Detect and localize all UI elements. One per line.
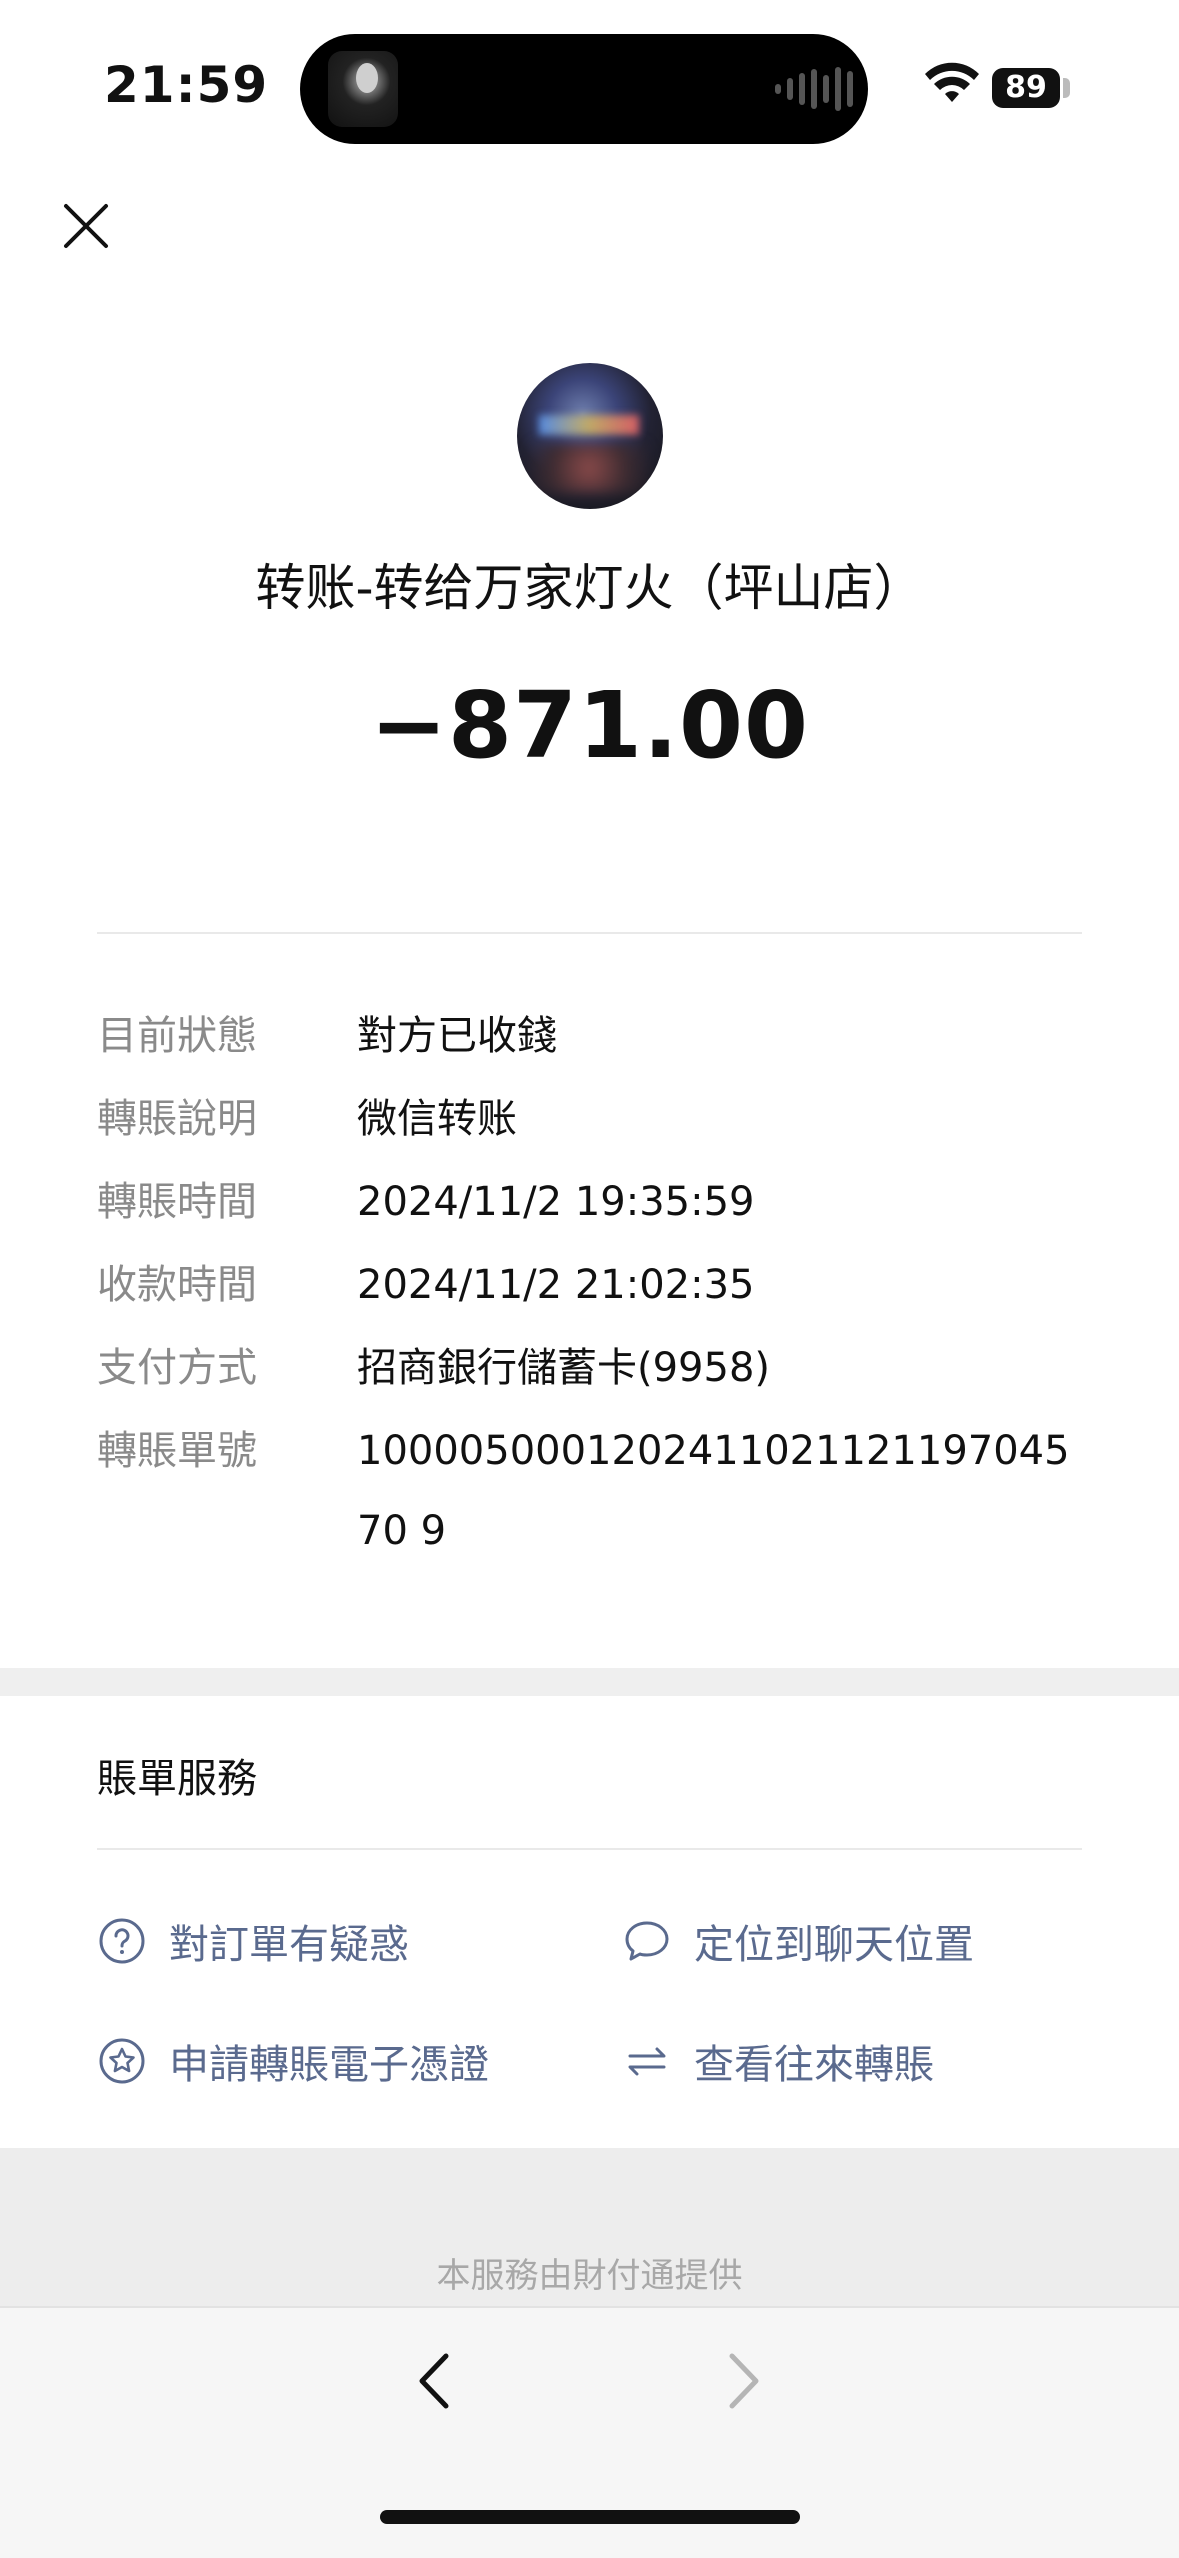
chat-bubble-icon bbox=[625, 1921, 669, 1961]
transaction-amount: −871.00 bbox=[369, 672, 810, 779]
service-label: 查看往來轉賬 bbox=[694, 2042, 934, 2088]
detail-row-note: 轉賬說明 微信转账 bbox=[97, 1093, 1082, 1145]
transfer-id-value[interactable]: 100005000120241102112119704570 9 bbox=[357, 1411, 1082, 1571]
section-separator bbox=[0, 1668, 1179, 1696]
battery-tip bbox=[1063, 78, 1070, 98]
detail-value: 微信转账 bbox=[357, 1096, 517, 1142]
status-bar: 21:59 89 bbox=[0, 0, 1179, 170]
divider bbox=[97, 1848, 1082, 1850]
payee-avatar bbox=[517, 363, 663, 509]
detail-label: 轉賬說明 bbox=[97, 1096, 257, 1142]
request-voucher-link[interactable]: 申請轉賬電子憑證 bbox=[97, 2032, 489, 2090]
detail-value: 招商銀行儲蓄卡(9958) bbox=[357, 1345, 771, 1391]
audio-waveform-icon bbox=[775, 66, 853, 112]
dynamic-island[interactable] bbox=[300, 34, 868, 144]
provider-text: 本服務由財付通提供 bbox=[436, 2256, 743, 2296]
star-circle-icon bbox=[99, 2038, 145, 2084]
detail-row-transfer-time: 轉賬時間 2024/11/2 19:35:59 bbox=[97, 1176, 1082, 1228]
detail-label: 支付方式 bbox=[97, 1345, 257, 1391]
swap-arrows-icon bbox=[628, 2047, 666, 2076]
detail-row-status: 目前狀態 對方已收錢 bbox=[97, 1010, 1082, 1062]
status-time: 21:59 bbox=[104, 56, 269, 114]
now-playing-album-art bbox=[328, 51, 398, 127]
detail-row-receive-time: 收款時間 2024/11/2 21:02:35 bbox=[97, 1259, 1082, 1311]
detail-value: 2024/11/2 21:02:35 bbox=[357, 1262, 755, 1308]
home-indicator[interactable] bbox=[380, 2510, 800, 2524]
transaction-title: 转账-转给万家灯火（坪山店） bbox=[255, 559, 924, 617]
transaction-details: 目前狀態 對方已收錢 轉賬說明 微信转账 轉賬時間 2024/11/2 19:3… bbox=[97, 1010, 1082, 1602]
service-label: 定位到聊天位置 bbox=[694, 1922, 974, 1968]
detail-label: 轉賬單號 bbox=[97, 1428, 257, 1474]
divider bbox=[97, 932, 1082, 934]
service-label: 對訂單有疑惑 bbox=[169, 1922, 409, 1968]
close-icon[interactable] bbox=[56, 196, 116, 256]
question-circle-icon bbox=[99, 1918, 145, 1964]
detail-row-payment-method: 支付方式 招商銀行儲蓄卡(9958) bbox=[97, 1342, 1082, 1394]
locate-chat-link[interactable]: 定位到聊天位置 bbox=[622, 1912, 974, 1970]
detail-label: 目前狀態 bbox=[97, 1013, 257, 1059]
detail-label: 收款時間 bbox=[97, 1262, 257, 1308]
detail-value: 2024/11/2 19:35:59 bbox=[357, 1179, 755, 1225]
detail-value: 對方已收錢 bbox=[357, 1013, 557, 1059]
view-transfers-link[interactable]: 查看往來轉賬 bbox=[622, 2032, 934, 2090]
detail-row-transfer-id: 轉賬單號 100005000120241102112119704570 9 bbox=[97, 1425, 1082, 1571]
services-title: 賬單服務 bbox=[97, 1756, 257, 1802]
back-arrow-icon[interactable] bbox=[404, 2346, 464, 2416]
order-question-link[interactable]: 對訂單有疑惑 bbox=[97, 1912, 409, 1970]
service-label: 申請轉賬電子憑證 bbox=[169, 2042, 489, 2088]
wifi-icon bbox=[925, 62, 979, 102]
forward-arrow-icon[interactable] bbox=[714, 2346, 774, 2416]
detail-label: 轉賬時間 bbox=[97, 1179, 257, 1225]
battery-indicator: 89 bbox=[992, 68, 1060, 108]
